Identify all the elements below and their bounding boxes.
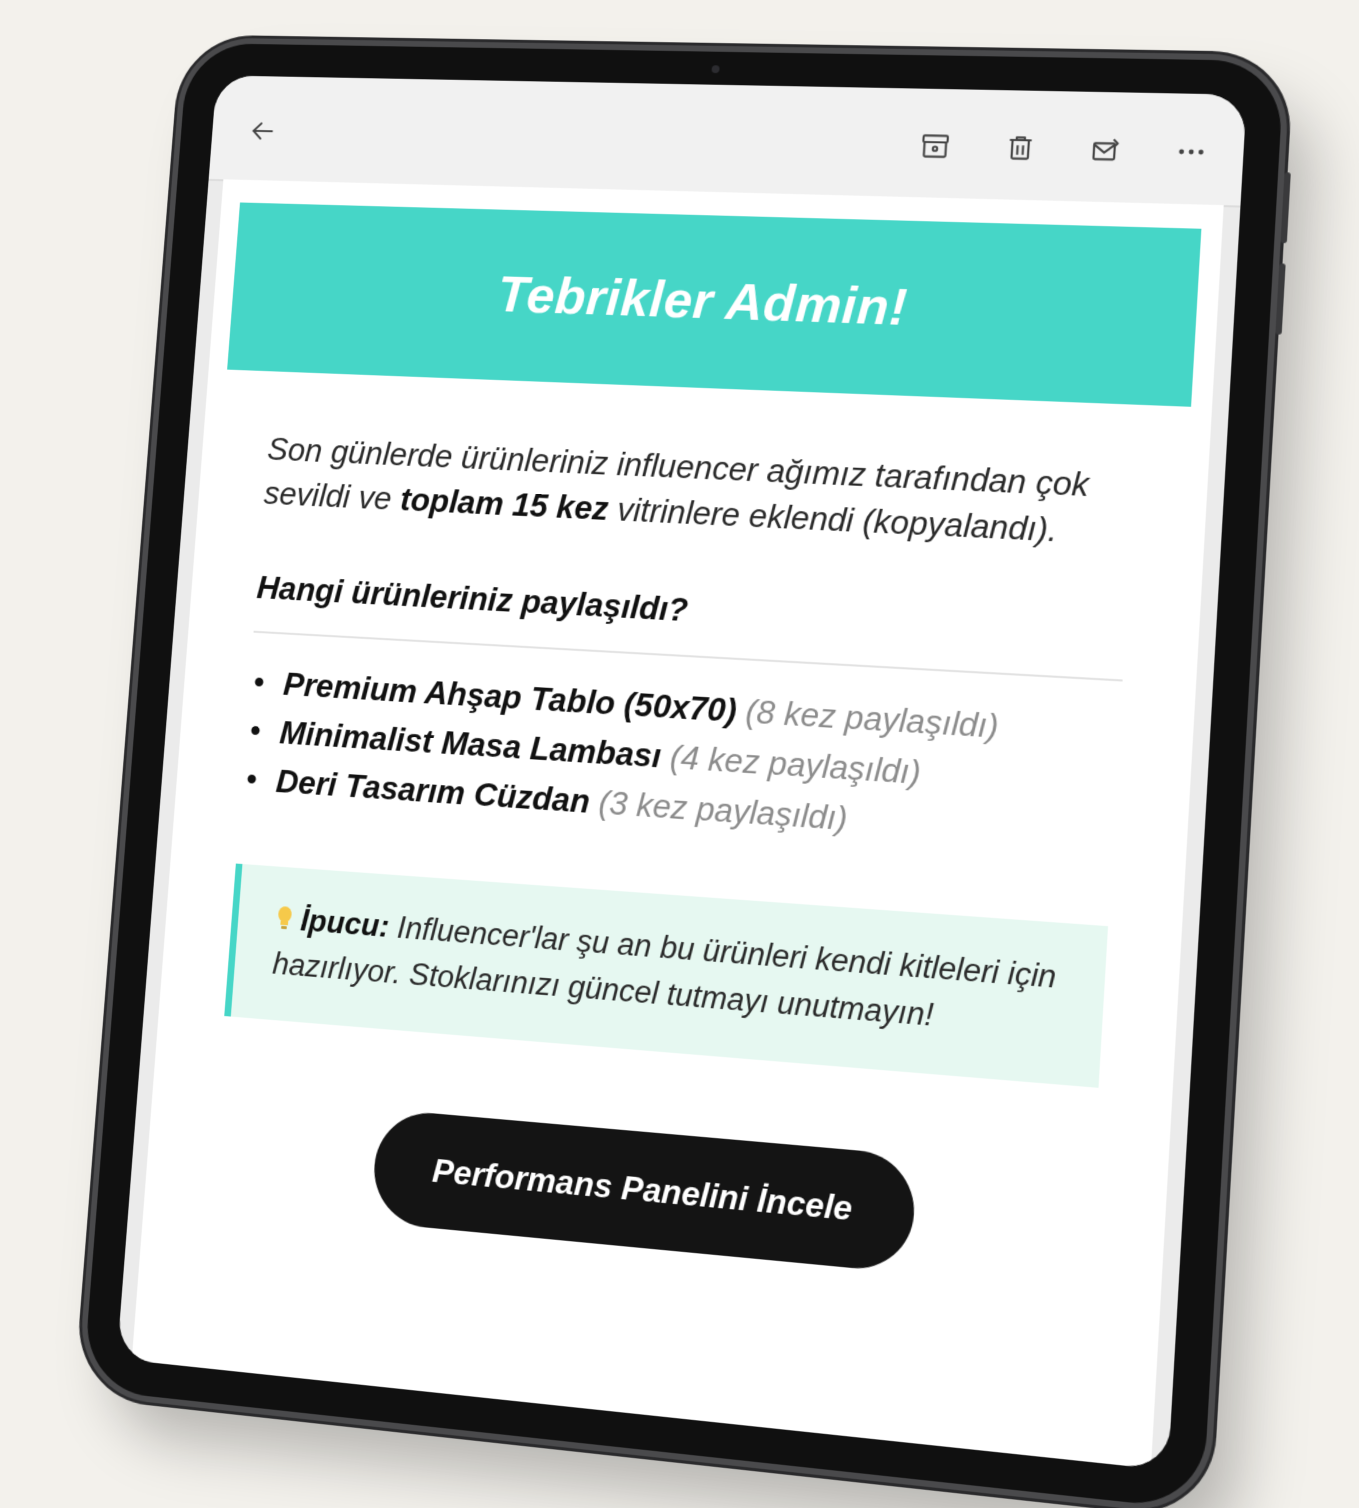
cta-container: Performans Panelini İncele xyxy=(144,1089,1168,1298)
tablet-screen: Tebrikler Admin! Son günlerde ürünlerini… xyxy=(116,75,1247,1471)
tip-label: İpucu: xyxy=(299,902,391,944)
mail-icon[interactable] xyxy=(1085,130,1129,171)
scene: Tebrikler Admin! Son günlerde ürünlerini… xyxy=(0,0,1359,1508)
intro-paragraph: Son günlerde ürünleriniz influencer ağım… xyxy=(262,427,1135,557)
volume-up-button xyxy=(1280,172,1291,244)
email-banner: Tebrikler Admin! xyxy=(227,202,1202,407)
product-share-count: (8 kez paylaşıldı) xyxy=(744,692,1000,745)
tablet-device: Tebrikler Admin! Son günlerde ürünlerini… xyxy=(82,42,1291,1508)
front-camera xyxy=(711,65,720,74)
trash-icon[interactable] xyxy=(999,128,1042,169)
intro-highlight: toplam 15 kez xyxy=(399,481,610,527)
intro-text-end: vitrinlere eklendi (kopyalandı). xyxy=(607,490,1059,549)
archive-icon[interactable] xyxy=(914,126,957,166)
tip-text: Influencer'lar şu an bu ürünleri kendi k… xyxy=(271,909,1058,1033)
product-share-count: (4 kez paylaşıldı) xyxy=(668,738,922,792)
volume-down-button xyxy=(1275,263,1286,335)
product-list: Premium Ahşap Tablo (50x70) (8 kez payla… xyxy=(240,658,1120,862)
product-share-count: (3 kez paylaşıldı) xyxy=(597,783,849,838)
arrow-left-icon[interactable] xyxy=(242,112,282,151)
lightbulb-icon xyxy=(277,905,293,930)
banner-title: Tebrikler Admin! xyxy=(495,266,910,337)
performance-panel-button[interactable]: Performans Panelini İncele xyxy=(370,1108,918,1274)
tip-box: İpucu: Influencer'lar şu an bu ürünleri … xyxy=(224,863,1109,1088)
more-horizontal-icon[interactable] xyxy=(1169,131,1213,172)
email-body: Tebrikler Admin! Son günlerde ürünlerini… xyxy=(131,179,1224,1469)
